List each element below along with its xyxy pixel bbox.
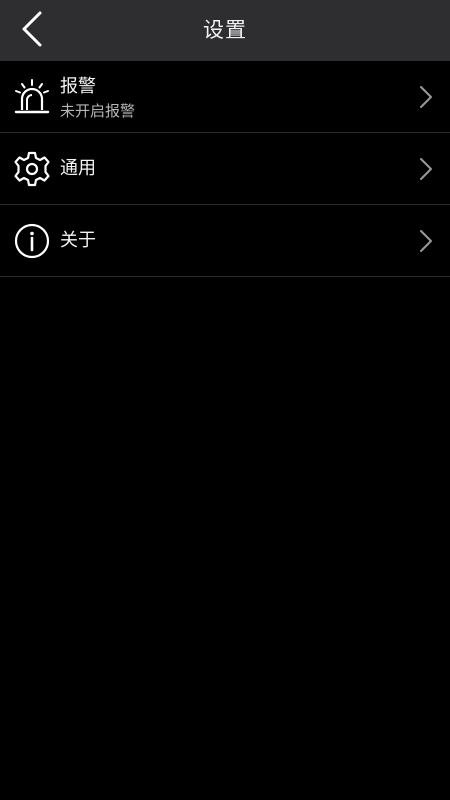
settings-screen: 设置 报警 未开启报警 通用 关于	[0, 0, 450, 800]
alarm-light-icon	[14, 79, 50, 115]
settings-item-label: 报警	[60, 76, 96, 97]
info-icon	[14, 223, 50, 259]
gear-icon	[14, 151, 50, 187]
settings-item-alarm[interactable]: 报警 未开启报警	[0, 61, 450, 133]
settings-list: 报警 未开启报警 通用 关于	[0, 61, 450, 277]
chevron-right-icon	[418, 85, 434, 109]
settings-item-label: 通用	[60, 158, 96, 179]
page-title: 设置	[203, 18, 247, 42]
chevron-right-icon	[418, 229, 434, 253]
settings-item-label: 关于	[60, 230, 96, 251]
chevron-right-icon	[418, 157, 434, 181]
header-bar: 设置	[0, 0, 450, 61]
settings-item-status: 未开启报警	[60, 102, 136, 120]
settings-item-general[interactable]: 通用	[0, 133, 450, 205]
settings-item-about[interactable]: 关于	[0, 205, 450, 277]
